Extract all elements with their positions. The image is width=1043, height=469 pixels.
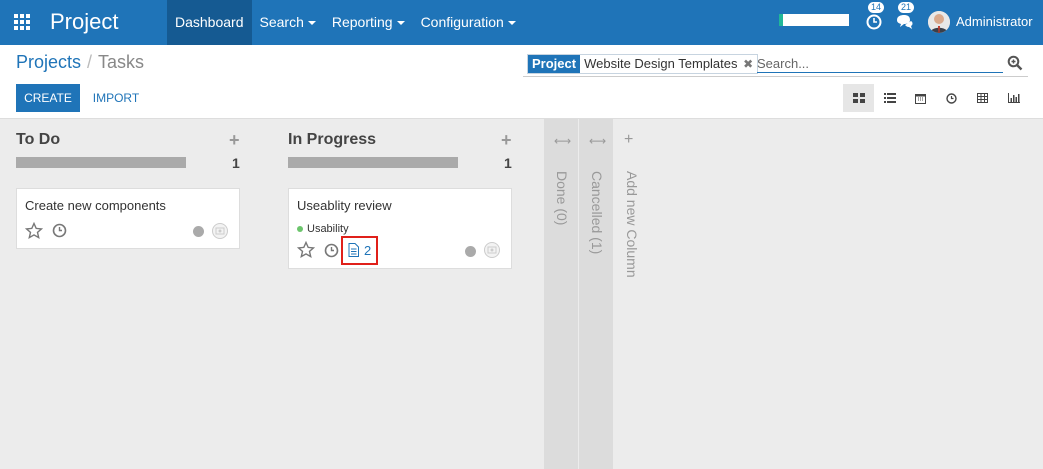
messages-icon[interactable]: 21 xyxy=(896,2,915,32)
facet-value: Website Design Templates ✖ xyxy=(580,55,758,73)
status-dot[interactable] xyxy=(465,246,476,257)
add-column-label: Add new Column xyxy=(624,171,640,278)
list-view-icon[interactable] xyxy=(874,84,905,112)
column-progress-bar[interactable] xyxy=(16,157,186,168)
folded-column-label: Done (0) xyxy=(554,171,570,226)
card-title: Useablity review xyxy=(297,198,392,213)
kanban-column-todo: To Do + 1 Create new components xyxy=(0,119,272,469)
onboarding-progress[interactable] xyxy=(779,14,849,26)
plus-icon: + xyxy=(624,131,634,148)
view-switcher xyxy=(843,84,1029,112)
menu-dashboard[interactable]: Dashboard xyxy=(167,0,252,45)
chevron-down-icon xyxy=(396,21,405,26)
column-title[interactable]: To Do xyxy=(16,131,60,149)
kanban-view-icon[interactable] xyxy=(843,84,874,112)
column-progress-bar[interactable] xyxy=(288,157,458,168)
breadcrumb-projects-link[interactable]: Projects xyxy=(16,52,81,72)
chevron-down-icon xyxy=(507,21,516,26)
column-count: 1 xyxy=(232,155,240,171)
attachments-highlight[interactable]: 2 xyxy=(341,236,378,265)
assignee-avatar[interactable] xyxy=(484,242,500,258)
kanban-column-in-progress: In Progress + 1 Useablity review Usabili… xyxy=(272,119,544,469)
activity-clock-icon[interactable]: 14 xyxy=(866,2,885,32)
card-title: Create new components xyxy=(25,198,166,213)
tag-label: Usability xyxy=(307,223,349,235)
star-icon[interactable] xyxy=(24,221,44,243)
breadcrumb-current: Tasks xyxy=(98,52,145,72)
clock-icon[interactable] xyxy=(52,223,67,241)
menu-configuration[interactable]: Configuration xyxy=(413,0,524,45)
app-title: Project xyxy=(50,9,119,34)
folded-column-label: Cancelled (1) xyxy=(589,171,605,255)
tag: Usability xyxy=(297,223,349,235)
facet-label: Project xyxy=(528,55,581,73)
add-column[interactable]: + Add new Column xyxy=(614,119,648,469)
menu-reporting-label: Reporting xyxy=(331,14,393,30)
menu-search-label: Search xyxy=(259,14,304,30)
progress-fill xyxy=(779,14,783,26)
import-button[interactable]: IMPORT xyxy=(86,84,146,112)
star-icon[interactable] xyxy=(296,240,316,262)
menu-dashboard-label: Dashboard xyxy=(175,14,244,30)
facet-value-text: Website Design Templates xyxy=(584,56,738,71)
message-count-badge: 21 xyxy=(898,2,915,13)
breadcrumb-separator: / xyxy=(87,52,93,72)
top-navbar: Project Dashboard Search Reporting Confi… xyxy=(0,0,1043,45)
attachment-count: 2 xyxy=(364,243,372,258)
main-menu: Dashboard Search Reporting Configuration xyxy=(167,0,524,45)
document-icon xyxy=(348,243,359,260)
column-title[interactable]: In Progress xyxy=(288,131,376,149)
pivot-view-icon[interactable] xyxy=(967,84,998,112)
add-task-icon[interactable]: + xyxy=(229,130,240,151)
unfold-arrow-icon: ⟷ xyxy=(554,134,572,148)
calendar-view-icon[interactable] xyxy=(905,84,936,112)
activity-view-icon[interactable] xyxy=(936,84,967,112)
user-avatar[interactable] xyxy=(928,11,950,33)
breadcrumb: Projects / Tasks xyxy=(16,52,144,73)
create-button[interactable]: CREATE xyxy=(16,84,80,112)
folded-column-done[interactable]: ⟷ Done (0) xyxy=(544,119,578,469)
status-dot[interactable] xyxy=(193,226,204,237)
unfold-arrow-icon: ⟷ xyxy=(589,134,607,148)
menu-reporting[interactable]: Reporting xyxy=(324,0,413,45)
graph-view-icon[interactable] xyxy=(998,84,1029,112)
search-facet: Project Website Design Templates ✖ xyxy=(527,54,759,74)
assignee-avatar[interactable] xyxy=(212,223,228,239)
menu-configuration-label: Configuration xyxy=(420,14,504,30)
kanban-card[interactable]: Useablity review Usability 2 xyxy=(288,188,512,269)
search-icon[interactable] xyxy=(1007,55,1025,73)
remove-facet-icon[interactable]: ✖ xyxy=(743,57,753,71)
user-name[interactable]: Administrator xyxy=(956,14,1033,29)
tag-color-dot xyxy=(297,226,303,232)
search-bar: Project Website Design Templates ✖ xyxy=(523,53,1028,77)
search-input[interactable] xyxy=(757,55,1003,73)
chevron-down-icon xyxy=(307,21,316,26)
menu-search[interactable]: Search xyxy=(252,0,324,45)
activity-count-badge: 14 xyxy=(868,2,885,13)
folded-column-cancelled[interactable]: ⟷ Cancelled (1) xyxy=(579,119,613,469)
apps-menu-icon[interactable] xyxy=(14,14,31,31)
add-task-icon[interactable]: + xyxy=(501,130,512,151)
kanban-board: To Do + 1 Create new components In Progr… xyxy=(0,118,1043,469)
column-count: 1 xyxy=(504,155,512,171)
kanban-card[interactable]: Create new components xyxy=(16,188,240,249)
clock-icon[interactable] xyxy=(324,243,339,261)
